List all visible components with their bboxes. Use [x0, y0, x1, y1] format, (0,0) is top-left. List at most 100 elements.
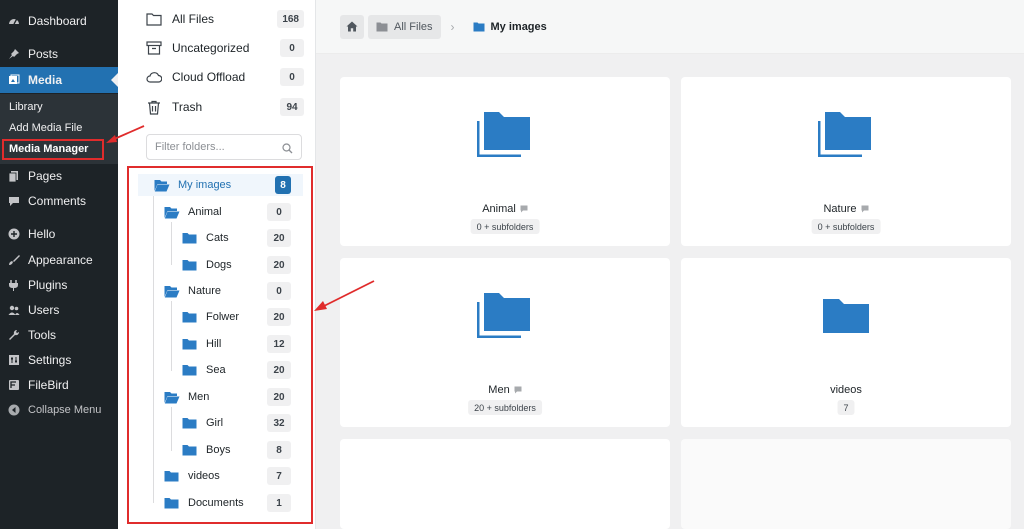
filter-folders-input[interactable]	[155, 141, 275, 153]
pin-icon	[8, 48, 20, 60]
tree-folder-dogs[interactable]: Dogs 20	[182, 255, 303, 275]
tree-label: Boys	[206, 444, 231, 456]
tree-folder-animal[interactable]: Animal 0	[164, 202, 303, 222]
menu-filebird[interactable]: FileBird	[0, 372, 118, 398]
submenu-add-media-file[interactable]: Add Media File	[9, 122, 82, 134]
card-subfolder-badge: 0 + subfolders	[470, 219, 540, 234]
tree-folder-hill[interactable]: Hill 12	[182, 334, 303, 354]
folder-card-animal[interactable]: Animal 0 + subfolders	[340, 77, 670, 246]
tree-count: 8	[267, 441, 291, 459]
menu-label: Collapse Menu	[28, 404, 102, 416]
folder-icon	[182, 337, 198, 351]
menu-collapse[interactable]: Collapse Menu	[0, 397, 118, 423]
card-name: Men	[488, 384, 510, 396]
tree-label: Girl	[206, 417, 224, 429]
settings-icon	[8, 354, 20, 366]
collapse-icon	[8, 404, 20, 416]
folder-card-nature[interactable]: Nature 0 + subfolders	[681, 77, 1011, 246]
tree-count: 0	[267, 203, 291, 221]
folder-count: 0	[280, 39, 304, 57]
menu-comments[interactable]: Comments	[0, 188, 118, 214]
tree-folder-nature[interactable]: Nature 0	[164, 281, 303, 301]
folder-icon	[182, 416, 198, 430]
tree-count: 12	[267, 335, 291, 353]
filter-folders-field[interactable]	[146, 134, 302, 160]
folder-cloud-offload[interactable]: Cloud Offload 0	[146, 66, 306, 88]
folder-icon	[823, 299, 869, 333]
archive-icon	[146, 40, 162, 56]
folder-icon	[164, 469, 180, 483]
folder-open-icon	[164, 284, 180, 298]
folder-all-files[interactable]: All Files 168	[146, 8, 306, 30]
folder-label: All Files	[172, 12, 215, 26]
tree-folder-girl[interactable]: Girl 32	[182, 413, 303, 433]
folder-icon	[182, 310, 198, 324]
menu-label: Pages	[28, 169, 63, 183]
folder-icon	[182, 258, 198, 272]
folders-icon	[477, 112, 530, 157]
menu-hello[interactable]: Hello	[0, 221, 118, 247]
breadcrumb: All Files › My images	[316, 0, 1024, 54]
tree-label: Dogs	[206, 259, 232, 271]
main-content: All Files › My images Animal 0 + subfold…	[316, 0, 1024, 529]
tree-count: 32	[267, 414, 291, 432]
menu-posts[interactable]: Posts	[0, 41, 118, 67]
comment-icon	[520, 205, 528, 213]
tree-folder-documents[interactable]: Documents 1	[164, 493, 303, 513]
breadcrumb-all-files[interactable]: All Files	[368, 14, 441, 39]
menu-tools[interactable]: Tools	[0, 322, 118, 348]
tree-count: 7	[267, 467, 291, 485]
menu-pages[interactable]: Pages	[0, 163, 118, 189]
menu-label: Media	[28, 73, 63, 87]
tree-count: 1	[267, 494, 291, 512]
tree-count: 20	[267, 361, 291, 379]
tree-folder-my-images[interactable]: My images 8	[138, 174, 303, 196]
home-icon	[346, 21, 358, 32]
folder-open-icon	[164, 390, 180, 404]
tree-guide	[171, 301, 172, 371]
menu-label: Posts	[28, 47, 59, 61]
tree-count: 0	[267, 282, 291, 300]
folder-trash[interactable]: Trash 94	[146, 96, 306, 118]
menu-dashboard[interactable]: Dashboard	[0, 8, 118, 34]
submenu-library[interactable]: Library	[9, 101, 43, 113]
folder-label: Trash	[172, 100, 203, 114]
breadcrumb-label: My images	[490, 20, 547, 33]
menu-label: Plugins	[28, 278, 68, 292]
tree-folder-videos[interactable]: videos 7	[164, 466, 303, 486]
folder-icon	[182, 231, 198, 245]
folder-open-icon	[154, 178, 170, 192]
menu-media[interactable]: Media	[0, 67, 118, 93]
tree-label: My images	[178, 179, 232, 191]
menu-appearance[interactable]: Appearance	[0, 247, 118, 273]
folder-uncategorized[interactable]: Uncategorized 0	[146, 37, 306, 59]
card-title: videos	[681, 384, 1011, 396]
menu-plugins[interactable]: Plugins	[0, 272, 118, 298]
breadcrumb-current: My images	[465, 15, 555, 39]
folder-count: 94	[280, 98, 304, 116]
tree-label: Hill	[206, 338, 222, 350]
folder-card-men[interactable]: Men 20 + subfolders	[340, 258, 670, 427]
tree-label: videos	[188, 470, 220, 482]
menu-users[interactable]: Users	[0, 297, 118, 323]
tree-folder-folwer[interactable]: Folwer 20	[182, 307, 303, 327]
home-button[interactable]	[340, 14, 364, 39]
tree-label: Cats	[206, 232, 229, 244]
tree-folder-men[interactable]: Men 20	[164, 387, 303, 407]
card-subfolder-badge: 0 + subfolders	[811, 219, 881, 234]
folders-icon	[818, 112, 871, 157]
tree-count: 20	[267, 229, 291, 247]
tree-folder-sea[interactable]: Sea 20	[182, 360, 303, 380]
chevron-right-icon: ›	[450, 19, 455, 34]
menu-label: Comments	[28, 194, 87, 208]
menu-label: Hello	[28, 227, 56, 241]
folder-card-videos[interactable]: videos 7	[681, 258, 1011, 427]
folder-card-partial[interactable]	[340, 439, 670, 529]
menu-settings[interactable]: Settings	[0, 347, 118, 373]
media-manager-highlight	[2, 139, 104, 160]
tree-label: Nature	[188, 285, 222, 297]
tree-folder-cats[interactable]: Cats 20	[182, 228, 303, 248]
card-title: Men	[340, 384, 670, 396]
tree-folder-boys[interactable]: Boys 8	[182, 440, 303, 460]
folders-icon	[477, 293, 530, 338]
